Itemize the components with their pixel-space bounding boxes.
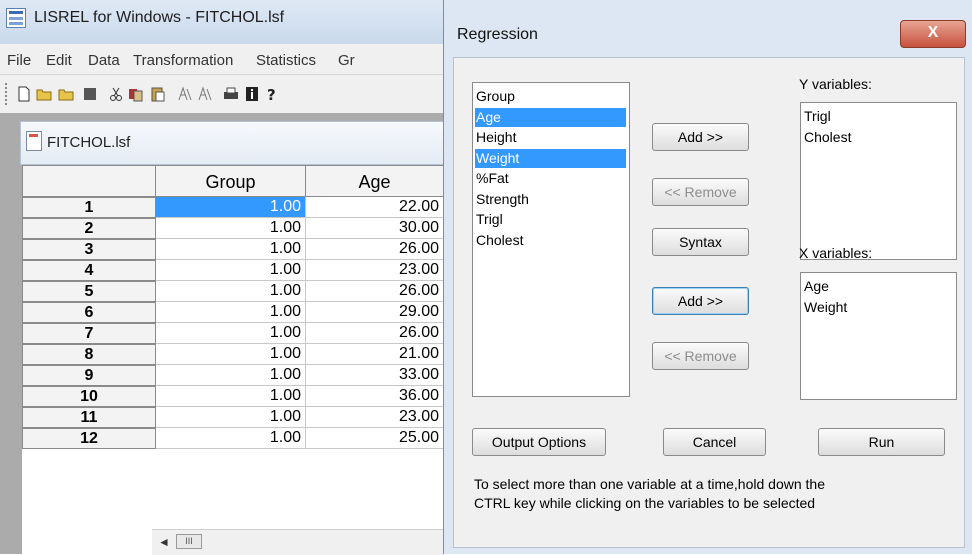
row-header[interactable]: 11 [22,407,156,428]
cell-age[interactable]: 23.00 [306,407,444,428]
cancel-button[interactable]: Cancel [663,428,766,456]
remove-x-button[interactable]: << Remove [652,342,749,370]
hint-text-line-1: To select more than one variable at a ti… [474,476,825,492]
cell-age[interactable]: 26.00 [306,323,444,344]
list-item[interactable]: Age [803,277,829,296]
cell-group[interactable]: 1.00 [156,344,306,365]
cell-group[interactable]: 1.00 [156,281,306,302]
row-header[interactable]: 6 [22,302,156,323]
document-title: FITCHOL.lsf [47,134,131,151]
list-item[interactable]: Group [475,87,515,106]
syntax-icon[interactable] [197,86,213,102]
output-options-button[interactable]: Output Options [472,428,606,456]
cell-group[interactable]: 1.00 [156,407,306,428]
cell-group[interactable]: 1.00 [156,239,306,260]
list-item[interactable]: Strength [475,190,529,209]
x-variables-listbox[interactable]: Age Weight [800,272,957,400]
svg-text:?: ? [267,86,276,102]
copy-icon[interactable] [128,86,144,102]
menu-data[interactable]: Data [88,52,120,69]
cell-age[interactable]: 25.00 [306,428,444,449]
menu-file[interactable]: File [7,52,31,69]
data-grid: Group Age 1 1.00 22.00 2 1.00 30.00 3 1.00 26.00… [22,165,444,555]
cell-group[interactable]: 1.00 [156,260,306,281]
column-header-group[interactable]: Group [155,165,306,197]
y-variables-label: Y variables: [799,76,872,92]
list-item[interactable]: Trigl [803,107,831,126]
cell-age[interactable]: 23.00 [306,260,444,281]
cell-age[interactable]: 36.00 [306,386,444,407]
print-icon[interactable] [223,86,239,102]
row-header[interactable]: 12 [22,428,156,449]
cell-age[interactable]: 33.00 [306,365,444,386]
row-header[interactable]: 7 [22,323,156,344]
cell-group[interactable]: 1.00 [156,365,306,386]
dialog-title: Regression [457,26,538,43]
cell-group[interactable]: 1.00 [156,386,306,407]
cell-group[interactable]: 1.00 [156,323,306,344]
remove-y-button[interactable]: << Remove [652,178,749,206]
new-file-icon[interactable] [16,86,32,102]
run-button[interactable]: Run [818,428,945,456]
path-diagram-icon[interactable] [177,86,193,102]
toolbar-grip[interactable] [5,83,10,105]
dialog-body: Group Age Height Weight %Fat Strength Trigl Cho… [453,57,965,548]
column-header-age[interactable]: Age [305,165,444,197]
syntax-button[interactable]: Syntax [652,228,749,256]
menu-transformation[interactable]: Transformation [133,52,233,69]
cell-age[interactable]: 29.00 [306,302,444,323]
paste-icon[interactable] [150,86,166,102]
list-item[interactable]: Cholest [803,128,851,147]
scroll-thumb[interactable]: III [176,534,202,549]
row-header[interactable]: 5 [22,281,156,302]
add-x-button[interactable]: Add >> [652,287,749,315]
scroll-left-arrow-icon[interactable]: ◄ [158,535,170,549]
list-item[interactable]: Cholest [475,231,523,250]
cell-age[interactable]: 26.00 [306,281,444,302]
main-window-title: LISREL for Windows - FITCHOL.lsf [34,9,285,26]
x-variables-label: X variables: [799,245,873,261]
row-header[interactable]: 8 [22,344,156,365]
list-item[interactable]: Height [475,128,516,147]
save-icon[interactable] [82,86,98,102]
lisrel-app-icon[interactable] [6,8,26,28]
document-title-bar: FITCHOL.lsf [20,121,445,165]
cell-group[interactable]: 1.00 [156,302,306,323]
list-item[interactable]: Trigl [475,210,503,229]
cell-age[interactable]: 30.00 [306,218,444,239]
menu-graphs[interactable]: Gr [338,52,355,69]
grid-corner-header[interactable] [22,165,156,197]
menu-statistics[interactable]: Statistics [256,52,316,69]
list-item[interactable]: %Fat [475,169,509,188]
row-header[interactable]: 9 [22,365,156,386]
list-item[interactable]: Weight [475,148,626,168]
info-icon[interactable] [244,86,260,102]
data-file-icon [26,131,42,151]
open-folder-icon[interactable] [36,86,52,102]
cell-age[interactable]: 26.00 [306,239,444,260]
help-icon[interactable]: ? [264,86,280,104]
row-header[interactable]: 2 [22,218,156,239]
open-data-icon[interactable] [58,86,74,102]
horizontal-scrollbar[interactable]: ◄ III [152,529,444,555]
list-item[interactable]: Weight [803,298,847,317]
add-y-button[interactable]: Add >> [652,123,749,151]
row-header[interactable]: 1 [22,197,156,218]
menu-edit[interactable]: Edit [46,52,72,69]
cut-icon[interactable] [108,86,124,102]
row-header[interactable]: 3 [22,239,156,260]
cell-group[interactable]: 1.00 [156,218,306,239]
row-header[interactable]: 10 [22,386,156,407]
cell-group[interactable]: 1.00 [156,197,306,218]
cell-age[interactable]: 22.00 [306,197,444,218]
regression-dialog: Regression X Group Age Height Weight %Fat Str… [443,0,972,554]
row-header[interactable]: 4 [22,260,156,281]
hint-text-line-2: CTRL key while clicking on the variables… [474,495,816,511]
cell-age[interactable]: 21.00 [306,344,444,365]
close-button[interactable]: X [900,20,966,48]
variables-listbox[interactable]: Group Age Height Weight %Fat Strength Trigl Cho… [472,82,630,397]
list-item[interactable]: Age [475,107,626,127]
y-variables-listbox[interactable]: Trigl Cholest [800,102,957,260]
cell-group[interactable]: 1.00 [156,428,306,449]
